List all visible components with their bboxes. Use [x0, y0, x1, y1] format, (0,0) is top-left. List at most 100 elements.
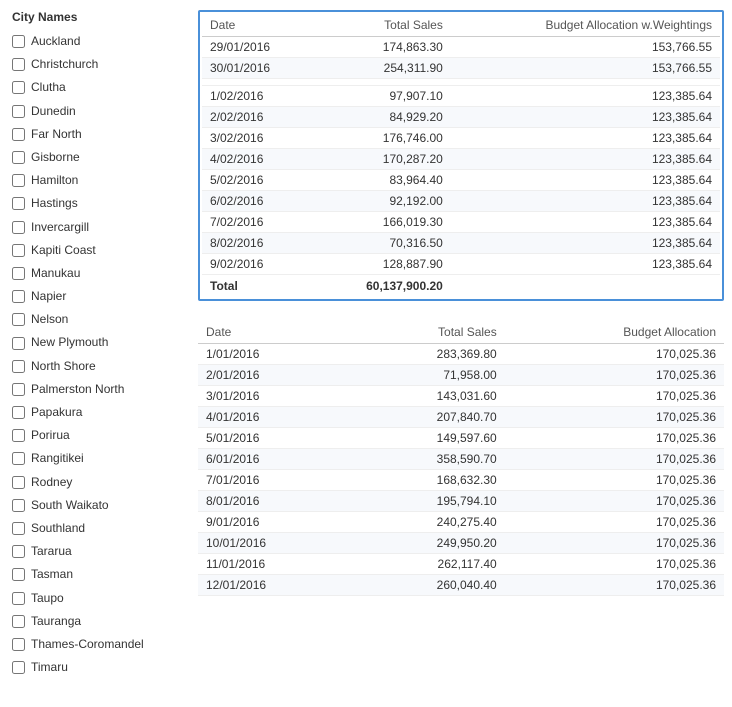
cell-sales: 149,597.60	[351, 428, 504, 449]
table2-col-sales: Total Sales	[351, 321, 504, 344]
cell-budget: 123,385.64	[451, 191, 720, 212]
main-container: City Names AucklandChristchurchCluthaDun…	[0, 0, 732, 689]
city-checkbox[interactable]	[12, 452, 25, 465]
cell-sales: 128,887.90	[314, 254, 451, 275]
city-item: Napier	[8, 285, 182, 308]
cell-budget: 170,025.36	[505, 470, 724, 491]
city-checkbox[interactable]	[12, 81, 25, 94]
city-checkbox[interactable]	[12, 105, 25, 118]
footer-budget	[451, 275, 720, 298]
cell-date: 6/02/2016	[202, 191, 314, 212]
table-row: 6/01/2016358,590.70170,025.36	[198, 449, 724, 470]
table1-col-date: Date	[202, 14, 314, 37]
table2-section: Date Total Sales Budget Allocation 1/01/…	[198, 321, 724, 596]
cell-budget: 123,385.64	[451, 107, 720, 128]
city-checkbox[interactable]	[12, 58, 25, 71]
city-label: Tauranga	[31, 612, 81, 631]
city-item: Gisborne	[8, 146, 182, 169]
table2-col-budget: Budget Allocation	[505, 321, 724, 344]
city-label: Christchurch	[31, 55, 98, 74]
city-checkbox[interactable]	[12, 35, 25, 48]
table-row: 10/01/2016249,950.20170,025.36	[198, 533, 724, 554]
city-label: Kapiti Coast	[31, 241, 96, 260]
city-checkbox[interactable]	[12, 244, 25, 257]
cell-budget: 153,766.55	[451, 58, 720, 79]
table-row: 2/01/201671,958.00170,025.36	[198, 365, 724, 386]
table-row: 6/02/201692,192.00123,385.64	[202, 191, 720, 212]
cell-date: 7/02/2016	[202, 212, 314, 233]
city-item: Auckland	[8, 30, 182, 53]
cell-date: 12/01/2016	[198, 575, 351, 596]
city-item: Tasman	[8, 563, 182, 586]
city-checkbox[interactable]	[12, 313, 25, 326]
city-label: Hastings	[31, 194, 78, 213]
city-checkbox[interactable]	[12, 197, 25, 210]
city-checkbox[interactable]	[12, 337, 25, 350]
cell-date: 29/01/2016	[202, 37, 314, 58]
city-item: Taupo	[8, 587, 182, 610]
cell-sales	[314, 79, 451, 86]
cell-date: 1/01/2016	[198, 344, 351, 365]
city-label: New Plymouth	[31, 333, 108, 352]
table-row: 1/02/201697,907.10123,385.64	[202, 86, 720, 107]
city-checkbox[interactable]	[12, 128, 25, 141]
city-checkbox[interactable]	[12, 290, 25, 303]
footer-label: Total	[202, 275, 314, 298]
cell-date: 3/02/2016	[202, 128, 314, 149]
city-label: Auckland	[31, 32, 80, 51]
city-checkbox[interactable]	[12, 174, 25, 187]
city-checkbox[interactable]	[12, 406, 25, 419]
city-label: Taupo	[31, 589, 64, 608]
city-checkbox[interactable]	[12, 545, 25, 558]
city-label: Napier	[31, 287, 66, 306]
cell-date: 1/02/2016	[202, 86, 314, 107]
city-checkbox[interactable]	[12, 360, 25, 373]
city-item: Southland	[8, 517, 182, 540]
city-checkbox[interactable]	[12, 499, 25, 512]
city-label: Manukau	[31, 264, 80, 283]
city-checkbox[interactable]	[12, 267, 25, 280]
city-item: Manukau	[8, 262, 182, 285]
city-checkbox[interactable]	[12, 615, 25, 628]
city-label: North Shore	[31, 357, 96, 376]
city-label: Invercargill	[31, 218, 89, 237]
city-checkbox[interactable]	[12, 429, 25, 442]
cell-sales: 170,287.20	[314, 149, 451, 170]
city-checkbox[interactable]	[12, 522, 25, 535]
city-checkbox[interactable]	[12, 638, 25, 651]
city-checkbox[interactable]	[12, 661, 25, 674]
city-item: Papakura	[8, 401, 182, 424]
city-label: Timaru	[31, 658, 68, 677]
cell-date	[202, 79, 314, 86]
city-item: Hamilton	[8, 169, 182, 192]
cell-sales: 262,117.40	[351, 554, 504, 575]
city-item: Porirua	[8, 424, 182, 447]
cell-budget: 123,385.64	[451, 86, 720, 107]
city-checkbox[interactable]	[12, 568, 25, 581]
table-row: 3/02/2016176,746.00123,385.64	[202, 128, 720, 149]
city-checkbox[interactable]	[12, 151, 25, 164]
cell-budget: 170,025.36	[505, 491, 724, 512]
table-row: 4/01/2016207,840.70170,025.36	[198, 407, 724, 428]
city-checkbox[interactable]	[12, 592, 25, 605]
cell-sales: 283,369.80	[351, 344, 504, 365]
city-checkbox[interactable]	[12, 476, 25, 489]
cell-sales: 84,929.20	[314, 107, 451, 128]
city-item: Hastings	[8, 192, 182, 215]
city-label: Rodney	[31, 473, 72, 492]
city-item: Nelson	[8, 308, 182, 331]
footer-total: 60,137,900.20	[314, 275, 451, 298]
table1-section: Date Total Sales Budget Allocation w.Wei…	[198, 10, 724, 301]
city-item: Invercargill	[8, 216, 182, 239]
city-checkbox[interactable]	[12, 221, 25, 234]
city-list: AucklandChristchurchCluthaDunedinFar Nor…	[8, 30, 182, 679]
city-checkbox[interactable]	[12, 383, 25, 396]
sidebar: City Names AucklandChristchurchCluthaDun…	[0, 10, 190, 679]
cell-budget: 123,385.64	[451, 233, 720, 254]
cell-sales: 240,275.40	[351, 512, 504, 533]
cell-date: 3/01/2016	[198, 386, 351, 407]
city-label: Porirua	[31, 426, 70, 445]
cell-sales: 260,040.40	[351, 575, 504, 596]
city-item: Rangitikei	[8, 447, 182, 470]
table1: Date Total Sales Budget Allocation w.Wei…	[202, 14, 720, 297]
